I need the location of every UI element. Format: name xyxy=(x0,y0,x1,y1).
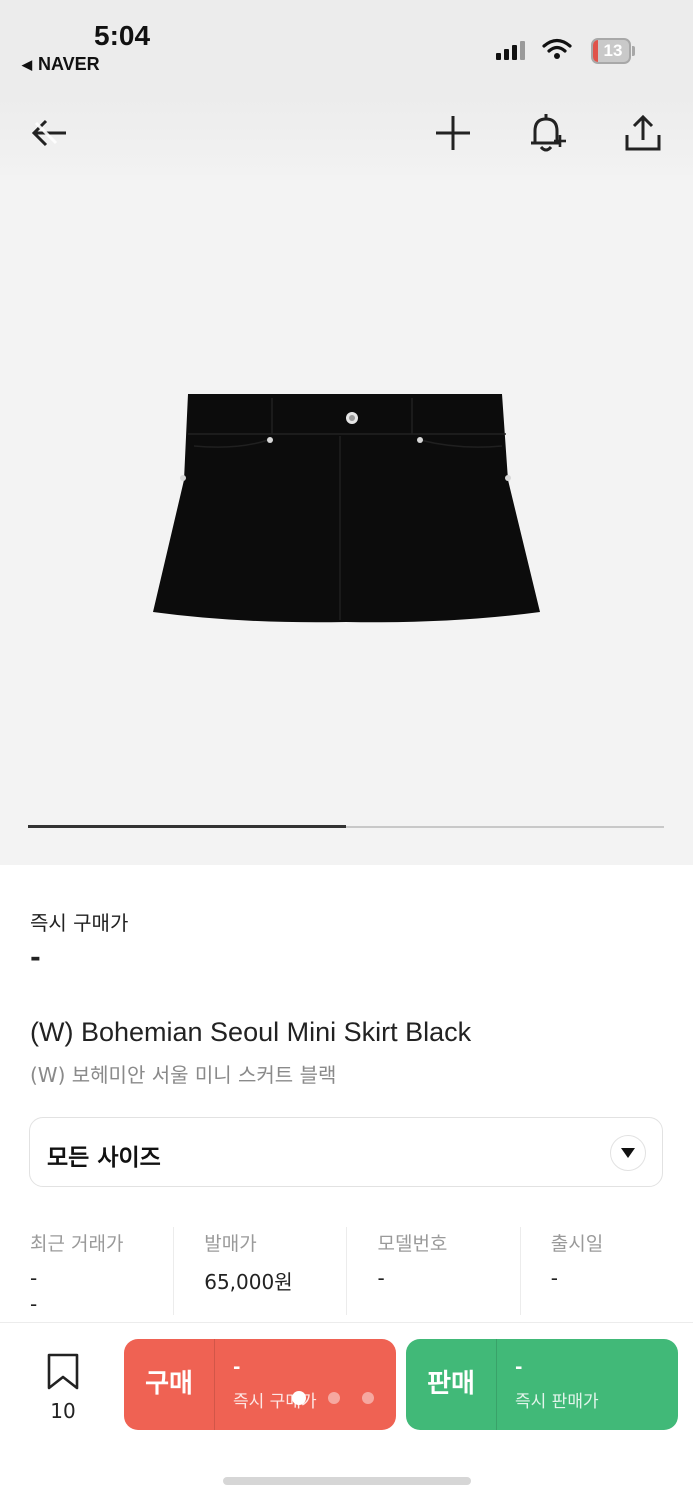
stat-label: 발매가 xyxy=(204,1233,257,1255)
instant-buy-price-value: - xyxy=(30,943,41,973)
product-info: 즉시 구매가 - (W) Bohemian Seoul Mini Skirt B… xyxy=(0,865,693,1335)
product-image xyxy=(153,394,540,623)
stat-value: - xyxy=(550,1266,558,1290)
bell-plus-icon[interactable] xyxy=(521,107,573,159)
status-time: 5:04 xyxy=(94,20,151,51)
bookmark-button[interactable]: 10 xyxy=(40,1353,86,1423)
top-nav xyxy=(0,95,693,175)
product-title-korean: (W) 보헤미안 서울 미니 스커트 블랙 xyxy=(30,1063,337,1087)
buy-button[interactable]: 구매 - 즉시 구매가 xyxy=(124,1339,396,1430)
back-to-app-link[interactable]: ◀ NAVER xyxy=(22,54,100,75)
cellular-signal-icon xyxy=(496,40,525,60)
sell-button-sublabel: 즉시 판매가 xyxy=(515,1392,599,1412)
back-triangle-icon: ◀ xyxy=(22,56,32,72)
page-indicator-dots xyxy=(292,1391,374,1405)
battery-percent: 13 xyxy=(603,41,623,60)
page-dot xyxy=(328,1392,340,1404)
share-icon[interactable] xyxy=(617,107,669,159)
stat-release-date: 출시일 - xyxy=(519,1227,693,1315)
back-icon[interactable] xyxy=(22,107,74,159)
stat-model-number: 모델번호 - xyxy=(346,1227,519,1315)
stat-value: - xyxy=(377,1266,385,1290)
wifi-icon xyxy=(542,38,572,64)
chevron-down-icon xyxy=(610,1135,646,1171)
buy-button-price: - xyxy=(233,1357,241,1378)
stat-value: - xyxy=(30,1266,38,1290)
stat-value-secondary: - xyxy=(30,1292,38,1316)
plus-icon[interactable] xyxy=(427,107,479,159)
page-dot xyxy=(292,1391,306,1405)
product-stats: 최근 거래가 - - 발매가 65,000원 모델번호 - 출시일 - xyxy=(0,1227,693,1317)
image-progress-bar xyxy=(28,825,664,828)
home-indicator[interactable] xyxy=(223,1477,471,1485)
sell-button-price: - xyxy=(515,1357,523,1378)
product-image-carousel[interactable] xyxy=(0,175,693,865)
size-dropdown-label: 모든 사이즈 xyxy=(47,1145,161,1171)
size-dropdown[interactable]: 모든 사이즈 xyxy=(29,1117,663,1187)
page-dot xyxy=(362,1392,374,1404)
stat-release-price: 발매가 65,000원 xyxy=(173,1227,346,1315)
buy-button-label: 구매 xyxy=(145,1369,193,1399)
stat-label: 출시일 xyxy=(550,1233,604,1255)
back-app-label: NAVER xyxy=(38,54,100,74)
bottom-action-bar: 10 구매 - 즉시 구매가 판매 - 즉시 판매가 xyxy=(0,1322,693,1500)
stat-label: 최근 거래가 xyxy=(30,1233,124,1255)
status-bar: 5:04 ◀ NAVER 13 xyxy=(0,0,693,95)
battery-icon: 13 xyxy=(591,38,635,64)
bookmark-count: 10 xyxy=(50,1399,76,1423)
image-progress-fill xyxy=(28,825,346,828)
product-title: (W) Bohemian Seoul Mini Skirt Black xyxy=(30,1017,472,1047)
sell-button-label: 판매 xyxy=(427,1369,475,1399)
stat-recent-trade: 최근 거래가 - - xyxy=(0,1227,173,1316)
stat-label: 모델번호 xyxy=(377,1233,448,1255)
stat-value: 65,000원 xyxy=(204,1270,293,1294)
bookmark-icon xyxy=(47,1353,79,1390)
instant-buy-price-label: 즉시 구매가 xyxy=(30,911,129,935)
sell-button[interactable]: 판매 - 즉시 판매가 xyxy=(406,1339,678,1430)
